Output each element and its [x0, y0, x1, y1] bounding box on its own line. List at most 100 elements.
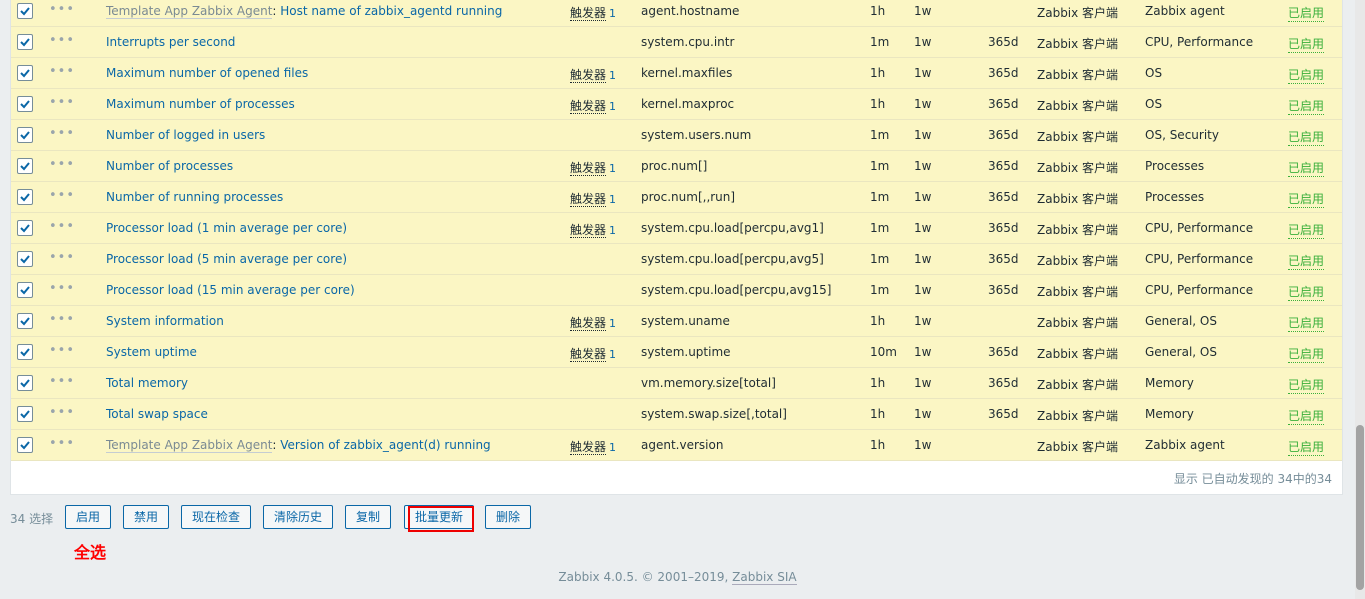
item-name-link[interactable]: Number of logged in users [106, 128, 265, 142]
more-options-icon[interactable]: ••• [49, 374, 75, 389]
triggers-link[interactable]: 触发器 1 [570, 4, 616, 21]
annotation-select-all: 全选 [74, 543, 107, 562]
status-toggle[interactable]: 已启用 [1288, 345, 1325, 363]
more-options-icon[interactable]: ••• [49, 33, 75, 48]
copy-button[interactable]: 复制 [345, 505, 392, 529]
table-row: ••• Template App Zabbix Agent: Host name… [11, 0, 1342, 27]
triggers-link[interactable]: 触发器 1 [570, 97, 616, 114]
item-name-link[interactable]: Processor load (5 min average per core) [106, 252, 347, 266]
row-checkbox[interactable] [17, 313, 33, 329]
check-now-button[interactable]: 现在检查 [181, 505, 252, 529]
row-checkbox[interactable] [17, 189, 33, 205]
scrollbar-thumb[interactable] [1356, 425, 1364, 590]
item-name-link[interactable]: Processor load (15 min average per core) [106, 283, 355, 297]
status-toggle[interactable]: 已启用 [1288, 97, 1325, 115]
status-toggle[interactable]: 已启用 [1288, 190, 1325, 208]
status-toggle[interactable]: 已启用 [1288, 283, 1325, 301]
row-checkbox[interactable] [17, 158, 33, 174]
row-checkbox[interactable] [17, 220, 33, 236]
check-icon [20, 162, 30, 171]
item-name-link[interactable]: Host name of zabbix_agentd running [280, 4, 502, 18]
more-options-icon[interactable]: ••• [49, 312, 75, 327]
item-name-link[interactable]: System information [106, 314, 224, 328]
item-name-link[interactable]: Processor load (1 min average per core) [106, 221, 347, 235]
item-name-link[interactable]: Maximum number of processes [106, 97, 295, 111]
more-options-icon[interactable]: ••• [49, 405, 75, 420]
row-checkbox[interactable] [17, 65, 33, 81]
status-toggle[interactable]: 已启用 [1288, 221, 1325, 239]
delete-button[interactable]: 删除 [485, 505, 532, 529]
triggers-link[interactable]: 触发器 1 [570, 438, 616, 455]
item-name-link[interactable]: Maximum number of opened files [106, 66, 308, 80]
trends: 365d [988, 376, 1019, 390]
trends: 365d [988, 252, 1019, 266]
history: 1w [914, 128, 932, 142]
more-options-icon[interactable]: ••• [49, 64, 75, 79]
item-name-link[interactable]: Number of running processes [106, 190, 283, 204]
triggers-link[interactable]: 触发器 1 [570, 221, 616, 238]
mass-update-button[interactable]: 批量更新 [404, 505, 475, 529]
item-type: Zabbix 客户端 [1037, 409, 1119, 423]
more-options-icon[interactable]: ••• [49, 250, 75, 265]
more-options-icon[interactable]: ••• [49, 95, 75, 110]
status-toggle[interactable]: 已启用 [1288, 159, 1325, 177]
history: 1w [914, 66, 932, 80]
row-checkbox[interactable] [17, 344, 33, 360]
trends: 365d [988, 97, 1019, 111]
more-options-icon[interactable]: ••• [49, 219, 75, 234]
triggers-link[interactable]: 触发器 1 [570, 190, 616, 207]
disable-button[interactable]: 禁用 [123, 505, 170, 529]
zabbix-sia-link[interactable]: Zabbix SIA [732, 570, 797, 585]
status-toggle[interactable]: 已启用 [1288, 376, 1325, 394]
triggers-link[interactable]: 触发器 1 [570, 66, 616, 83]
history: 1w [914, 159, 932, 173]
status-toggle[interactable]: 已启用 [1288, 314, 1325, 332]
check-icon [20, 38, 30, 47]
status-toggle[interactable]: 已启用 [1288, 66, 1325, 84]
status-toggle[interactable]: 已启用 [1288, 128, 1325, 146]
item-name-link[interactable]: Total swap space [106, 407, 208, 421]
item-name-link[interactable]: System uptime [106, 345, 197, 359]
triggers-link[interactable]: 触发器 1 [570, 314, 616, 331]
row-checkbox[interactable] [17, 406, 33, 422]
row-checkbox[interactable] [17, 3, 33, 19]
more-options-icon[interactable]: ••• [49, 188, 75, 203]
interval: 1h [870, 407, 886, 421]
enable-button[interactable]: 启用 [65, 505, 112, 529]
triggers-link[interactable]: 触发器 1 [570, 345, 616, 362]
status-toggle[interactable]: 已启用 [1288, 438, 1325, 456]
history: 1w [914, 407, 932, 421]
item-name-link[interactable]: Number of processes [106, 159, 233, 173]
more-options-icon[interactable]: ••• [49, 281, 75, 296]
status-toggle[interactable]: 已启用 [1288, 407, 1325, 425]
more-options-icon[interactable]: ••• [49, 2, 75, 17]
row-checkbox[interactable] [17, 437, 33, 453]
clear-history-button[interactable]: 清除历史 [263, 505, 334, 529]
more-options-icon[interactable]: ••• [49, 343, 75, 358]
item-name-link[interactable]: Total memory [106, 376, 188, 390]
item-name-link[interactable]: Interrupts per second [106, 35, 235, 49]
status-toggle[interactable]: 已启用 [1288, 35, 1325, 53]
template-link[interactable]: Template App Zabbix Agent [106, 438, 273, 453]
row-checkbox[interactable] [17, 96, 33, 112]
row-checkbox[interactable] [17, 127, 33, 143]
row-checkbox[interactable] [17, 251, 33, 267]
item-name-link[interactable]: Version of zabbix_agent(d) running [280, 438, 490, 452]
scrollbar[interactable] [1355, 0, 1365, 599]
interval: 1h [870, 4, 886, 18]
more-options-icon[interactable]: ••• [49, 126, 75, 141]
more-options-icon[interactable]: ••• [49, 157, 75, 172]
status-toggle[interactable]: 已启用 [1288, 252, 1325, 270]
table-row: ••• Maximum number of processes 触发器 1 kerne… [11, 89, 1342, 120]
row-checkbox[interactable] [17, 34, 33, 50]
triggers-link[interactable]: 触发器 1 [570, 159, 616, 176]
item-key: system.uptime [641, 345, 731, 359]
template-link[interactable]: Template App Zabbix Agent [106, 4, 273, 19]
row-checkbox[interactable] [17, 282, 33, 298]
item-type: Zabbix 客户端 [1037, 316, 1119, 330]
item-key: proc.num[,,run] [641, 190, 736, 204]
row-checkbox[interactable] [17, 375, 33, 391]
item-type: Zabbix 客户端 [1037, 378, 1119, 392]
more-options-icon[interactable]: ••• [49, 436, 75, 451]
status-toggle[interactable]: 已启用 [1288, 4, 1325, 22]
